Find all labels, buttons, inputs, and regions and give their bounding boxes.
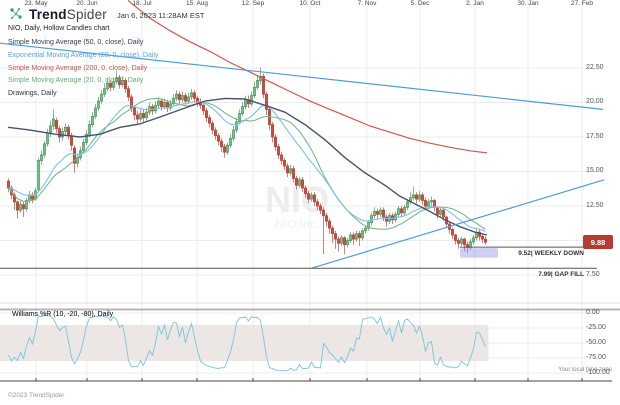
date-axis-label: 18. Jul	[132, 0, 151, 7]
date-axis-label: 2. Jan	[466, 0, 484, 7]
price-axis-label: 15.00	[586, 167, 604, 174]
date-axis-label: 12. Sep	[242, 0, 264, 7]
legend-items: Simple Moving Average (50, 0, close), Da…	[8, 37, 158, 101]
legend-symbol-title: NIO, Daily, Hollow Candles chart	[8, 25, 158, 32]
weekly-down-level-label: 9.52| WEEKLY DOWN	[454, 250, 584, 257]
price-axis-label: 12.50	[586, 202, 604, 209]
legend-item-2[interactable]: Simple Moving Average (200, 0, close), D…	[8, 63, 158, 76]
date-axis-label: 10. Oct	[300, 0, 321, 7]
date-axis-label: 7. Nov	[358, 0, 377, 7]
watermark-name: NIO Inc.	[275, 217, 319, 231]
wr-axis-label: -75.00	[586, 354, 606, 361]
brand-trend: Trend	[29, 7, 67, 22]
trendspider-chart-window: NIONIO Inc. TrendSpider Jan 6, 2023 11:2…	[0, 0, 620, 405]
wr-axis-label: -25.00	[586, 324, 606, 331]
chart-legend: NIO, Daily, Hollow Candles chart Simple …	[8, 25, 158, 101]
wr-axis-label: -50.00	[586, 339, 606, 346]
date-axis-label: 15. Aug	[186, 0, 208, 7]
brand-wordmark[interactable]: TrendSpider	[29, 7, 107, 22]
gap-fill-level-label: 7.99| GAP FILL	[454, 271, 584, 278]
wr-axis-label: 0.00	[586, 309, 600, 316]
legend-item-4[interactable]: Drawings, Daily	[8, 88, 158, 101]
date-axis-label: 5. Dec	[411, 0, 430, 7]
date-axis-label: 20. Jun	[76, 0, 97, 7]
trendspider-logo-icon[interactable]	[8, 6, 24, 22]
price-axis-label: 22.50	[586, 64, 604, 71]
date-axis-label: 27. Feb	[571, 0, 593, 7]
timezone-note[interactable]: Your local time zone	[520, 367, 612, 373]
brand-spider: Spider	[67, 7, 107, 22]
date-axis-label: 23. May	[24, 0, 47, 7]
copyright-note: ©2023 TrendSpider	[8, 392, 64, 399]
legend-item-3[interactable]: Simple Moving Average (20, 0, close), Da…	[8, 75, 158, 88]
chart-timestamp: Jan 6, 2023 11:28AM EST	[117, 8, 204, 20]
sma20-line	[9, 99, 486, 230]
legend-item-1[interactable]: Exponential Moving Average (20, 0, close…	[8, 50, 158, 63]
price-axis-label: 7.50	[586, 271, 600, 278]
williams-r-label: Williams %R (10, -20, -80), Daily	[12, 311, 113, 318]
price-axis-label: 20.00	[586, 98, 604, 105]
last-price-badge: 9.88	[583, 235, 613, 249]
date-axis-label: 30. Jan	[517, 0, 538, 7]
header: TrendSpider Jan 6, 2023 11:28AM EST	[8, 5, 204, 23]
price-axis-label: 17.50	[586, 133, 604, 140]
legend-item-0[interactable]: Simple Moving Average (50, 0, close), Da…	[8, 37, 158, 50]
